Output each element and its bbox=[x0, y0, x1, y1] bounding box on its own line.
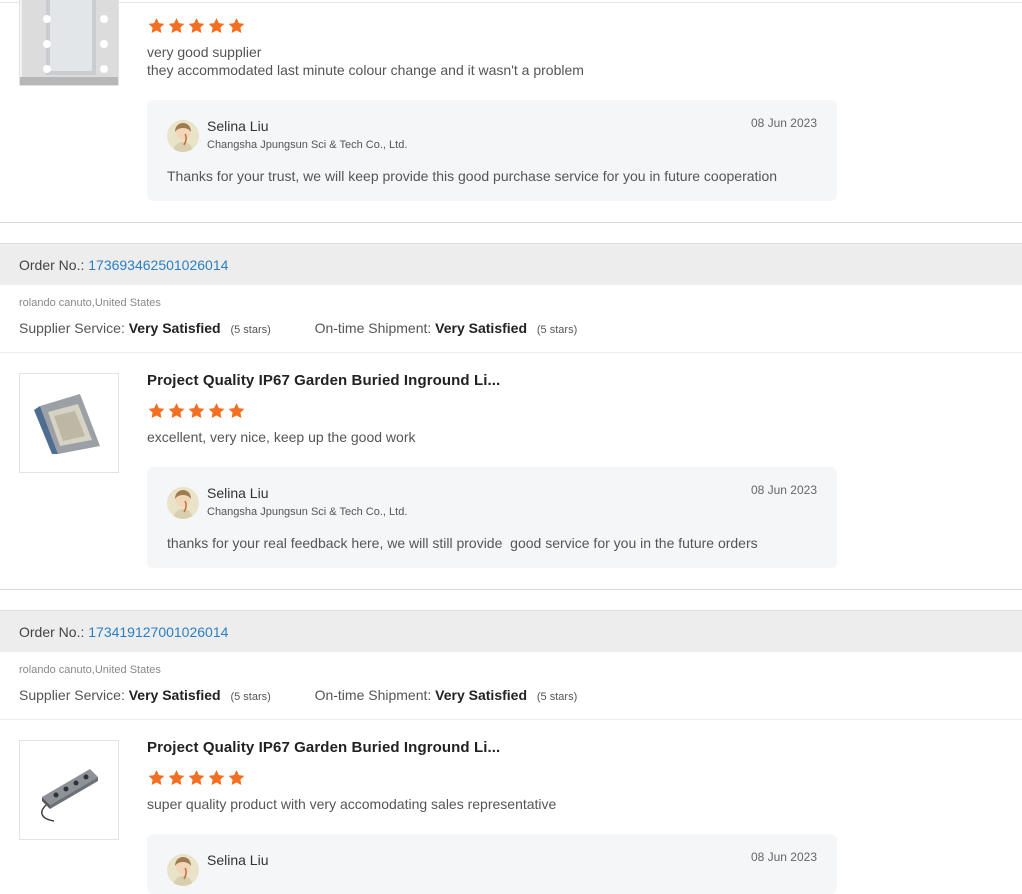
service-ratings: Supplier Service: Very Satisfied (5 star… bbox=[19, 320, 577, 336]
reply-author-name: Selina Liu bbox=[207, 118, 269, 134]
shipment-label: On-time Shipment: bbox=[314, 687, 432, 703]
service-ratings: Supplier Service: Very Satisfied (5 star… bbox=[19, 687, 577, 703]
order-header: Order No.: 173419127001026014 bbox=[0, 610, 1022, 652]
divider bbox=[0, 352, 1022, 353]
order-header: Order No.: 173693462501026014 bbox=[0, 243, 1022, 285]
star-icon bbox=[207, 17, 226, 35]
order-number-link[interactable]: 173693462501026014 bbox=[88, 257, 228, 273]
product-thumbnail-mirror[interactable] bbox=[19, 0, 119, 86]
reply-author-name: Selina Liu bbox=[207, 852, 269, 868]
reply-date: 08 Jun 2023 bbox=[750, 850, 817, 864]
top-border bbox=[0, 2, 1022, 3]
order-number-label: Order No.: 173419127001026014 bbox=[19, 624, 228, 640]
order-number-label: Order No.: 173693462501026014 bbox=[19, 257, 228, 273]
reply-date: 08 Jun 2023 bbox=[750, 483, 817, 497]
product-thumbnail[interactable] bbox=[19, 740, 119, 840]
order-label-text: Order No.: bbox=[19, 257, 89, 273]
section-divider bbox=[0, 589, 1022, 590]
reply-text: thanks for your real feedback here, we w… bbox=[167, 535, 758, 551]
shipment-stars: (5 stars) bbox=[536, 324, 578, 336]
linear-inground-light-image bbox=[20, 741, 118, 839]
product-title-link[interactable]: Project Quality IP67 Garden Buried Ingro… bbox=[147, 739, 500, 756]
review-text: excellent, very nice, keep up the good w… bbox=[147, 429, 416, 445]
square-inground-light-image bbox=[20, 374, 118, 472]
star-icon bbox=[167, 769, 186, 787]
supplier-service-value: Very Satisfied bbox=[128, 687, 221, 703]
star-icon bbox=[147, 769, 166, 787]
shipment-stars: (5 stars) bbox=[536, 691, 578, 703]
review-text-line: very good supplier bbox=[147, 44, 262, 60]
order-label-text: Order No.: bbox=[19, 624, 89, 640]
reply-date: 08 Jun 2023 bbox=[750, 116, 817, 130]
product-title-link[interactable]: Project Quality IP67 Garden Buried Ingro… bbox=[147, 372, 500, 389]
reply-company-name: Changsha Jpungsun Sci & Tech Co., Ltd. bbox=[207, 506, 408, 518]
supplier-reply: Selina Liu Changsha Jpungsun Sci & Tech … bbox=[147, 467, 837, 568]
star-icon bbox=[207, 402, 226, 420]
reply-text: Thanks for your trust, we will keep prov… bbox=[167, 168, 778, 184]
review-text: super quality product with very accomoda… bbox=[147, 796, 557, 812]
star-icon bbox=[187, 17, 206, 35]
review-text-line: they accommodated last minute colour cha… bbox=[147, 62, 584, 78]
supplier-service-stars: (5 stars) bbox=[230, 324, 271, 336]
star-icon bbox=[187, 402, 206, 420]
buyer-info: rolando canuto,United States bbox=[19, 297, 161, 309]
order-number-link[interactable]: 173419127001026014 bbox=[88, 624, 228, 640]
product-thumbnail[interactable] bbox=[19, 373, 119, 473]
supplier-reply: Selina Liu 08 Jun 2023 bbox=[147, 834, 837, 894]
supplier-service-label: Supplier Service: bbox=[19, 320, 125, 336]
supplier-reply: Selina Liu Changsha Jpungsun Sci & Tech … bbox=[147, 100, 837, 201]
avatar bbox=[167, 854, 199, 886]
reply-company-name: Changsha Jpungsun Sci & Tech Co., Ltd. bbox=[207, 139, 408, 151]
star-icon bbox=[167, 17, 186, 35]
supplier-service-value: Very Satisfied bbox=[128, 320, 221, 336]
shipment-value: Very Satisfied bbox=[435, 687, 527, 703]
star-icon bbox=[147, 402, 166, 420]
star-icon bbox=[227, 17, 246, 35]
reply-author-name: Selina Liu bbox=[207, 485, 269, 501]
shipment-value: Very Satisfied bbox=[435, 320, 527, 336]
rating-stars bbox=[147, 769, 246, 787]
star-icon bbox=[147, 17, 166, 35]
star-icon bbox=[227, 402, 246, 420]
vanity-mirror-image bbox=[20, 0, 118, 85]
avatar bbox=[167, 120, 199, 152]
star-icon bbox=[187, 769, 206, 787]
shipment-label: On-time Shipment: bbox=[314, 320, 432, 336]
section-divider bbox=[0, 222, 1022, 223]
supplier-service-label: Supplier Service: bbox=[19, 687, 125, 703]
star-icon bbox=[167, 402, 186, 420]
rating-stars bbox=[147, 402, 246, 420]
divider bbox=[0, 719, 1022, 720]
star-icon bbox=[207, 769, 226, 787]
supplier-service-stars: (5 stars) bbox=[230, 691, 271, 703]
avatar bbox=[167, 487, 199, 519]
rating-stars bbox=[147, 17, 246, 35]
buyer-info: rolando canuto,United States bbox=[19, 664, 161, 676]
star-icon bbox=[227, 769, 246, 787]
